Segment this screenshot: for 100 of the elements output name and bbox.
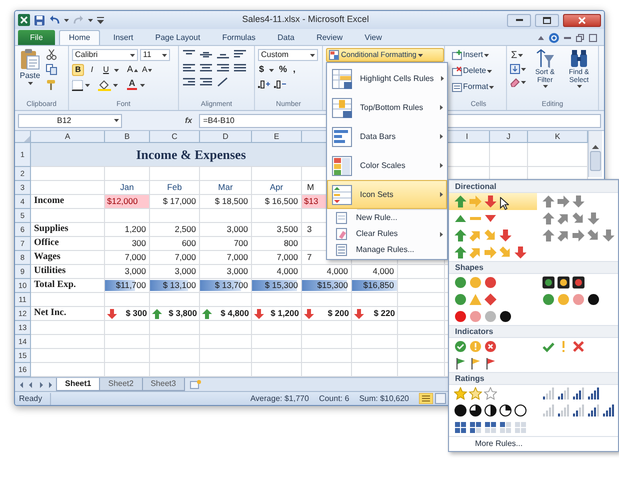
name-box[interactable]: B12 bbox=[18, 114, 122, 128]
grow-font-button[interactable]: A bbox=[126, 64, 140, 76]
menu-item[interactable]: New Rule... bbox=[327, 210, 447, 226]
flag-set-icon bbox=[454, 357, 497, 370]
borders-icon[interactable] bbox=[72, 80, 83, 91]
autosum-button[interactable]: Σ bbox=[510, 49, 526, 61]
cut-icon[interactable] bbox=[46, 49, 57, 60]
sheet-tab[interactable]: Sheet2 bbox=[99, 378, 143, 391]
window-title: Sales4-11.xlsx - Microsoft Excel bbox=[242, 13, 369, 26]
menu-item[interactable]: Icon Sets bbox=[327, 180, 447, 209]
font-style-button[interactable]: B bbox=[72, 64, 84, 76]
minimize-button[interactable] bbox=[507, 14, 531, 26]
font-style-button[interactable]: I bbox=[86, 64, 98, 76]
increase-decimal-icon[interactable] bbox=[258, 79, 270, 89]
help-icon[interactable] bbox=[549, 32, 559, 42]
copy-icon[interactable] bbox=[46, 64, 57, 75]
minimize-icon[interactable] bbox=[564, 36, 571, 38]
merge-cells-icon[interactable] bbox=[234, 63, 246, 73]
align-right-icon[interactable] bbox=[217, 63, 229, 73]
ribbon-tab[interactable]: File bbox=[18, 30, 55, 45]
rules-icon bbox=[331, 184, 353, 206]
empty-cell bbox=[398, 293, 445, 307]
font-style-button[interactable]: U bbox=[100, 64, 112, 76]
table-cell: 800 bbox=[252, 237, 302, 251]
wrap-text-icon[interactable] bbox=[234, 49, 246, 59]
cells-button[interactable]: Delete bbox=[451, 65, 506, 77]
shrink-font-button[interactable]: A bbox=[141, 64, 154, 76]
empty-cell bbox=[302, 335, 352, 349]
menu-item[interactable]: Top/Bottom Rules bbox=[327, 93, 447, 122]
empty-cell bbox=[252, 335, 302, 349]
binoculars-icon bbox=[569, 49, 589, 69]
table-cell: $11,700 bbox=[116, 279, 146, 292]
undo-icon[interactable] bbox=[49, 15, 60, 25]
ribbon-tab[interactable]: Review bbox=[307, 31, 352, 45]
decrease-indent-icon[interactable] bbox=[183, 77, 195, 87]
insert-function-button[interactable]: fx bbox=[182, 114, 196, 128]
ribbon-tab[interactable]: Insert bbox=[104, 31, 142, 45]
cells-button[interactable]: Format bbox=[451, 81, 506, 93]
ribbon-tab[interactable]: Page Layout bbox=[146, 31, 210, 45]
menu-item[interactable]: Highlight Cells Rules bbox=[327, 64, 447, 93]
sheet-tab[interactable]: Sheet1 bbox=[56, 378, 100, 391]
section-header: Shapes bbox=[449, 261, 618, 274]
empty-cell bbox=[105, 167, 150, 181]
maximize-icon bbox=[543, 16, 551, 24]
table-cell: $ 13,700 bbox=[214, 279, 248, 292]
fill-color-icon[interactable] bbox=[98, 80, 111, 91]
column-header[interactable]: J bbox=[490, 131, 528, 143]
down-arrow-icon bbox=[254, 308, 264, 318]
collapse-ribbon-icon[interactable] bbox=[538, 36, 544, 40]
icon-set-option[interactable] bbox=[449, 193, 537, 210]
restore-icon[interactable] bbox=[576, 34, 584, 42]
caret-icon bbox=[484, 54, 490, 56]
number-style-button[interactable]: % bbox=[278, 64, 288, 76]
status-text: Ready bbox=[15, 392, 52, 404]
scroll-thumb[interactable] bbox=[590, 151, 601, 171]
fill-icon[interactable] bbox=[510, 64, 520, 74]
eraser-icon[interactable] bbox=[510, 77, 520, 87]
align-left-icon[interactable] bbox=[183, 63, 195, 73]
close-button[interactable] bbox=[563, 14, 601, 26]
number-format-field[interactable]: Custom bbox=[258, 49, 318, 61]
cells-button[interactable]: Insert bbox=[451, 49, 506, 61]
menu-item[interactable]: More Rules... bbox=[449, 436, 618, 451]
paste-button[interactable]: Paste bbox=[17, 48, 43, 100]
table-cell: 3,000 bbox=[105, 265, 150, 279]
table-cell: $ 4,800 bbox=[220, 307, 249, 320]
table-cell: $ 18,500 bbox=[200, 195, 252, 209]
ribbon-tab[interactable]: Formulas bbox=[213, 31, 265, 45]
rules-icon bbox=[331, 154, 353, 176]
table-cell: 300 bbox=[105, 237, 150, 251]
middle-align-icon[interactable] bbox=[200, 49, 212, 59]
format-painter-icon[interactable] bbox=[46, 79, 57, 90]
quarter-circle-set-icon bbox=[454, 404, 527, 417]
rules-icon bbox=[336, 244, 347, 256]
increase-indent-icon[interactable] bbox=[200, 77, 212, 87]
table-cell: 1,200 bbox=[105, 223, 150, 237]
arrow-set-icon bbox=[542, 195, 585, 208]
font-color-button[interactable]: A bbox=[126, 79, 138, 92]
maximize-button[interactable] bbox=[535, 14, 559, 26]
sheet-navigation-icon[interactable] bbox=[19, 382, 53, 388]
table-cell: 4,000 bbox=[352, 265, 398, 279]
table-cell: 700 bbox=[200, 237, 252, 251]
ribbon-tab[interactable]: Data bbox=[268, 31, 304, 45]
caret-icon bbox=[28, 82, 32, 85]
align-center-icon[interactable] bbox=[200, 63, 212, 73]
number-style-button[interactable]: , bbox=[292, 64, 297, 76]
decrease-decimal-icon[interactable] bbox=[274, 79, 286, 89]
font-name-field[interactable]: Calibri bbox=[72, 49, 138, 61]
caret-icon bbox=[487, 70, 492, 72]
normal-view-icon[interactable] bbox=[419, 393, 433, 404]
ribbon-tab[interactable]: Home bbox=[58, 30, 100, 45]
customize-toolbar-icon[interactable] bbox=[97, 16, 104, 24]
insert-cells-icon bbox=[452, 50, 462, 60]
minimize-icon bbox=[516, 19, 522, 21]
ribbon-tab[interactable]: View bbox=[356, 31, 391, 45]
number-style-button[interactable]: $ bbox=[258, 64, 266, 76]
sheet-tab[interactable]: Sheet3 bbox=[142, 378, 185, 391]
up-arrow-icon bbox=[152, 308, 162, 318]
vertical-scrollbar[interactable] bbox=[588, 131, 602, 177]
font-size-field[interactable]: 11 bbox=[140, 49, 170, 61]
save-icon[interactable] bbox=[34, 14, 45, 26]
